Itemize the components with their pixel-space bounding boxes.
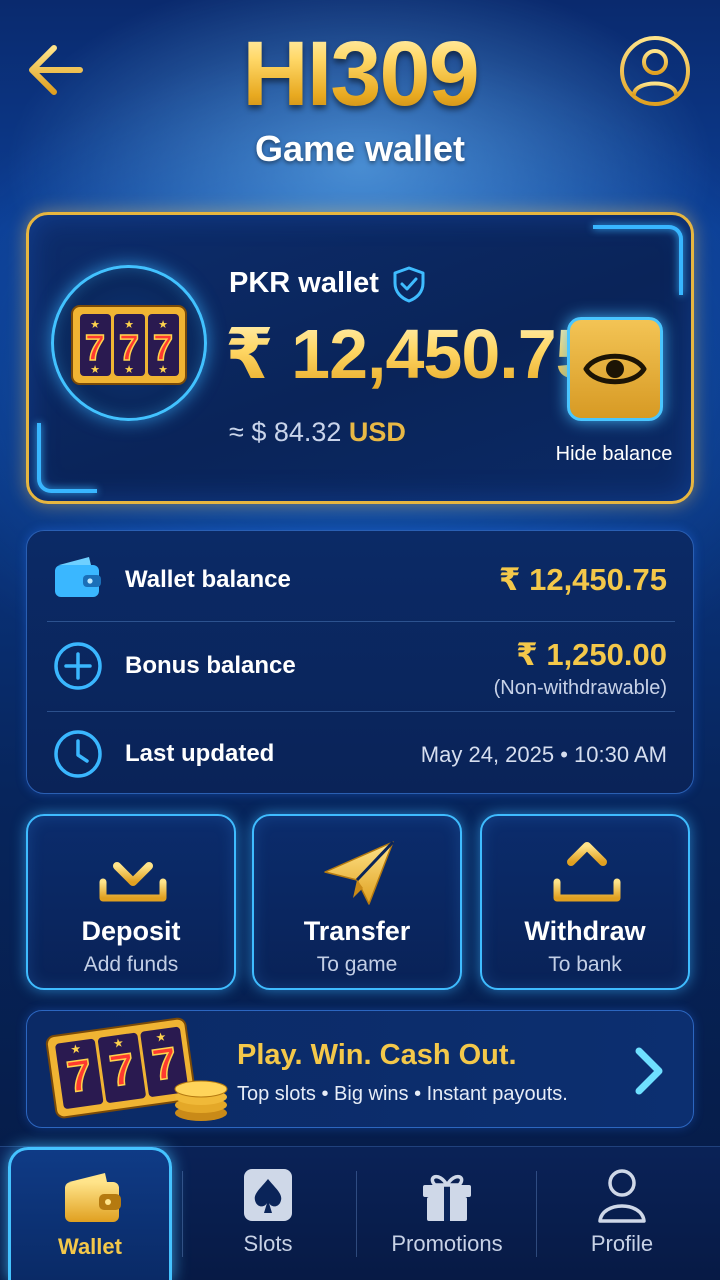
usd-currency: USD xyxy=(348,417,406,447)
svg-text:★: ★ xyxy=(90,319,100,331)
user-icon xyxy=(598,1169,646,1223)
wallet-icon xyxy=(55,557,101,597)
gift-icon xyxy=(423,1174,471,1221)
transfer-subtitle: To game xyxy=(316,953,398,976)
brand-logo: HI309 xyxy=(0,22,720,127)
nav-item-promotions[interactable]: Promotions xyxy=(362,1147,532,1280)
last-updated-value: May 24, 2025 • 10:30 AM xyxy=(420,742,667,767)
svg-text:★: ★ xyxy=(124,364,134,376)
user-circle-icon xyxy=(620,36,690,106)
bonus-balance-note: (Non-withdrawable) xyxy=(493,677,667,699)
wallet-name: PKR wallet xyxy=(229,267,379,299)
hide-balance-button[interactable] xyxy=(567,317,663,421)
balance-amount: ₹ 12,450.75 xyxy=(225,315,595,393)
transfer-button[interactable]: Transfer To game xyxy=(252,814,462,990)
balance-info-card: Wallet balance ₹ 12,450.75 Bonus balance… xyxy=(26,530,694,794)
clock-icon xyxy=(54,730,102,778)
nav-item-profile[interactable]: Profile xyxy=(540,1147,704,1280)
svg-text:★: ★ xyxy=(69,1041,82,1056)
withdraw-subtitle: To bank xyxy=(548,953,622,976)
bonus-balance-value: ₹ 1,250.00 xyxy=(516,637,667,672)
slot-badge: 7 7 7 ★ ★ ★ ★ ★ ★ xyxy=(51,265,207,421)
withdraw-button[interactable]: Withdraw To bank xyxy=(480,814,690,990)
bonus-balance-label: Bonus balance xyxy=(125,652,296,679)
wallet-balance-label: Wallet balance xyxy=(125,566,291,593)
nav-item-wallet[interactable]: Wallet xyxy=(8,1147,172,1280)
paper-plane-icon xyxy=(324,840,395,905)
transfer-title: Transfer xyxy=(303,916,411,946)
divider xyxy=(47,621,675,622)
svg-text:★: ★ xyxy=(158,364,168,376)
bottom-nav: Wallet Slots Promotions Profile xyxy=(0,1146,720,1280)
nav-divider xyxy=(182,1171,183,1257)
nav-item-slots[interactable]: Slots xyxy=(186,1147,350,1280)
plus-circle-icon xyxy=(54,642,102,690)
wallet-card: 7 7 7 ★ ★ ★ ★ ★ ★ PKR wallet ₹ 12,450.75… xyxy=(26,212,694,504)
svg-text:★: ★ xyxy=(112,1035,125,1050)
nav-label-wallet: Wallet xyxy=(58,1234,122,1259)
slot-machine-777-icon: 7 7 7 ★ ★ ★ ★ ★ ★ xyxy=(71,305,187,385)
slot-machine-coins-icon: 7 7 7 ★ ★ ★ xyxy=(45,1017,228,1121)
svg-text:★: ★ xyxy=(155,1029,168,1044)
download-icon xyxy=(99,838,167,902)
nav-divider xyxy=(356,1171,357,1257)
eye-icon xyxy=(583,353,647,385)
bonus-balance-row: Bonus balance ₹ 1,250.00 (Non-withdrawab… xyxy=(27,623,695,709)
svg-text:★: ★ xyxy=(124,319,134,331)
svg-text:★: ★ xyxy=(158,319,168,331)
svg-text:7: 7 xyxy=(153,327,173,368)
deposit-button[interactable]: Deposit Add funds xyxy=(26,814,236,990)
profile-button[interactable] xyxy=(618,34,692,108)
svg-text:★: ★ xyxy=(90,364,100,376)
card-corner-accent xyxy=(593,225,683,295)
last-updated-label: Last updated xyxy=(125,740,275,767)
svg-text:7: 7 xyxy=(85,327,105,368)
card-corner-accent xyxy=(37,423,97,493)
arrow-right-icon[interactable] xyxy=(585,1041,669,1101)
nav-label-promotions: Promotions xyxy=(391,1231,503,1256)
svg-text:7: 7 xyxy=(119,327,139,368)
wallet-balance-row: Wallet balance ₹ 12,450.75 xyxy=(27,535,695,621)
promo-banner[interactable]: 7 7 7 ★ ★ ★ Play. Win. Cash Out. Top slo… xyxy=(26,1010,694,1128)
usd-amount: ≈ $ 84.32 xyxy=(229,417,342,447)
nav-label-profile: Profile xyxy=(590,1231,654,1256)
usd-equivalent: ≈ $ 84.32 USD xyxy=(229,417,406,448)
nav-divider xyxy=(536,1171,537,1257)
withdraw-title: Withdraw xyxy=(524,916,646,946)
wallet-icon xyxy=(65,1173,121,1222)
promo-title: Play. Win. Cash Out. xyxy=(237,1039,517,1071)
last-updated-row: Last updated May 24, 2025 • 10:30 AM xyxy=(27,711,695,797)
deposit-title: Deposit xyxy=(81,916,181,946)
promo-subtitle: Top slots • Big wins • Instant payouts. xyxy=(237,1083,568,1105)
wallet-balance-value: ₹ 12,450.75 xyxy=(498,562,667,597)
page-subtitle: Game wallet xyxy=(254,128,466,169)
shield-check-icon xyxy=(393,266,425,303)
deposit-subtitle: Add funds xyxy=(83,953,179,976)
spade-card-icon xyxy=(244,1169,292,1221)
hide-balance-label[interactable]: Hide balance xyxy=(539,443,689,466)
upload-icon xyxy=(553,842,621,902)
nav-label-slots: Slots xyxy=(243,1231,293,1256)
